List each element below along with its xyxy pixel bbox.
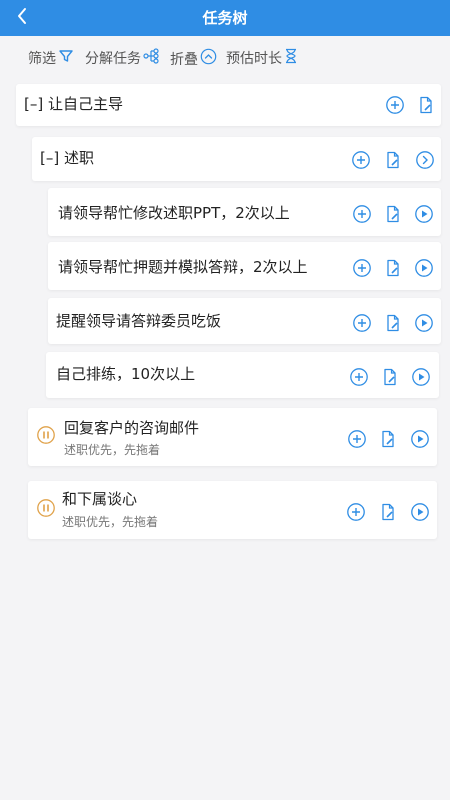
play-circle-icon [414,313,434,333]
top-bar: 任务树 [0,0,450,36]
add-subtask-button[interactable] [351,150,371,170]
collapse-up-icon [198,48,217,69]
chevron-right-circle-icon [415,150,435,170]
edit-task-button[interactable] [383,258,403,278]
play-circle-icon [414,204,434,224]
edit-doc-icon [383,150,403,170]
edit-task-button[interactable] [383,150,403,170]
duration-button[interactable]: 预估时长 [226,48,298,68]
pause-status-icon[interactable] [36,498,56,518]
edit-doc-icon [383,313,403,333]
split-task-label: 分解任务 [85,51,141,67]
task-row[interactable]: 请领导帮忙押题并模拟答辩，2次以上 [48,242,441,290]
task-row[interactable]: [–] 述职 [32,137,441,181]
edit-task-button[interactable] [416,95,436,115]
add-subtask-button[interactable] [352,258,372,278]
edit-task-button[interactable] [383,313,403,333]
task-label: 提醒领导请答辩委员吃饭 [56,312,222,330]
task-note: 述职优先，先拖着 [64,443,161,457]
add-subtask-button[interactable] [346,502,366,522]
task-label: 请领导帮忙押题并模拟答辩，2次以上 [58,258,308,276]
play-circle-icon [410,429,430,449]
edit-doc-icon [383,204,403,224]
plus-circle-icon [349,367,369,387]
plus-circle-icon [346,502,366,522]
task-row[interactable]: 提醒领导请答辩委员吃饭 [48,298,441,344]
plus-circle-icon [352,313,372,333]
play-circle-icon [410,502,430,522]
page-title: 任务树 [202,9,248,27]
plus-circle-icon [352,258,372,278]
filter-label: 筛选 [28,51,56,67]
add-subtask-button[interactable] [385,95,405,115]
start-task-button[interactable] [414,313,434,333]
edit-doc-icon [378,502,398,522]
plus-circle-icon [352,204,372,224]
edit-doc-icon [378,429,398,449]
play-circle-icon [411,367,431,387]
edit-task-button[interactable] [378,502,398,522]
split-task-button[interactable]: 分解任务 [85,48,159,68]
task-row[interactable]: 自己排练，10次以上 [46,352,439,398]
hourglass-icon [282,48,298,68]
task-label: [–] 述职 [40,149,94,167]
task-label: 和下属谈心 [62,490,138,508]
start-task-button[interactable] [414,204,434,224]
start-task-button[interactable] [410,429,430,449]
filter-button[interactable]: 筛选 [28,48,74,68]
collapse-button[interactable]: 折叠 [170,48,217,69]
edit-doc-icon [416,95,436,115]
start-task-button[interactable] [414,258,434,278]
task-label: 请领导帮忙修改述职PPT，2次以上 [58,204,290,222]
toolbar: 筛选 分解任务 折叠 预估时长 [0,44,450,74]
collapse-label: 折叠 [170,51,198,68]
start-task-button[interactable] [411,367,431,387]
add-subtask-button[interactable] [347,429,367,449]
add-subtask-button[interactable] [352,204,372,224]
add-subtask-button[interactable] [352,313,372,333]
edit-doc-icon [380,367,400,387]
task-row-paused[interactable]: 和下属谈心 述职优先，先拖着 [28,481,437,539]
plus-circle-icon [351,150,371,170]
pause-status-icon[interactable] [36,425,56,445]
edit-task-button[interactable] [383,204,403,224]
plus-circle-icon [347,429,367,449]
task-row[interactable]: 请领导帮忙修改述职PPT，2次以上 [48,188,441,236]
edit-task-button[interactable] [378,429,398,449]
task-label: 自己排练，10次以上 [56,365,196,383]
duration-label: 预估时长 [226,51,282,67]
task-row-paused[interactable]: 回复客户的咨询邮件 述职优先，先拖着 [28,408,437,466]
start-task-button[interactable] [410,502,430,522]
add-subtask-button[interactable] [349,367,369,387]
expand-button[interactable] [415,150,435,170]
task-note: 述职优先，先拖着 [62,515,159,529]
plus-circle-icon [385,95,405,115]
edit-task-button[interactable] [380,367,400,387]
play-circle-icon [414,258,434,278]
edit-doc-icon [383,258,403,278]
filter-icon [56,48,74,68]
task-label: 回复客户的咨询邮件 [64,419,200,437]
task-row[interactable]: [–] 让自己主导 [16,84,441,126]
task-label: [–] 让自己主导 [24,95,123,113]
tree-icon [141,48,159,68]
